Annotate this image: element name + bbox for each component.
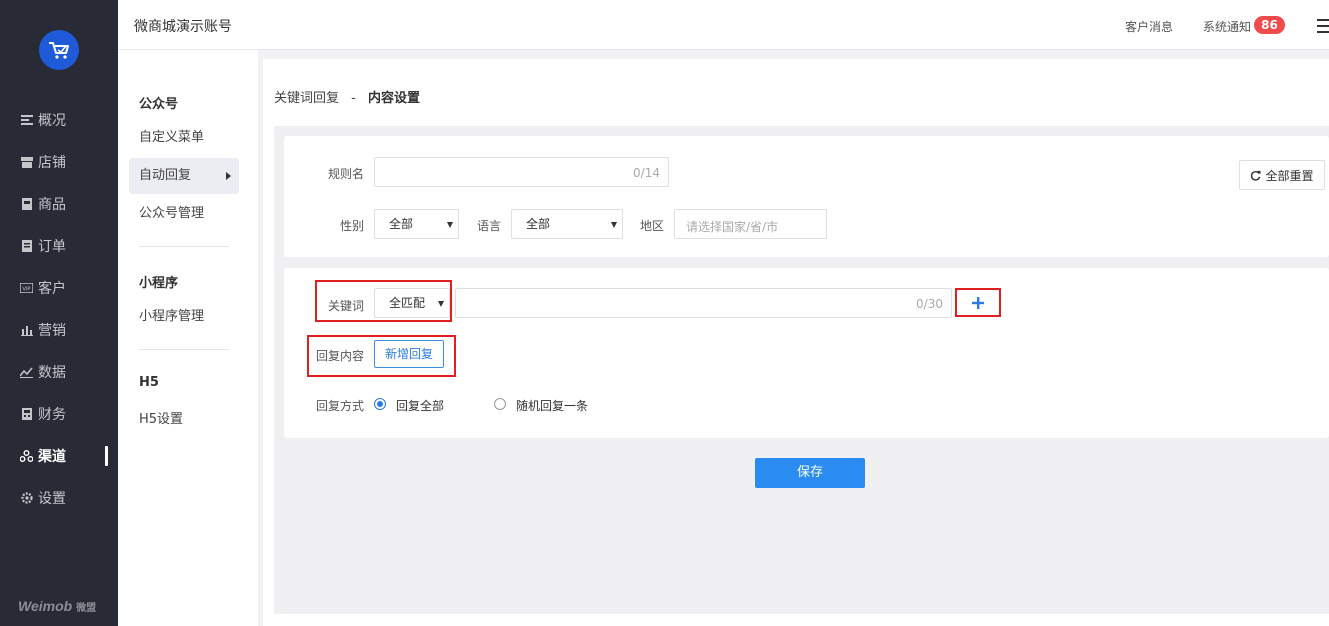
reply-mode-label: 回复方式	[316, 399, 365, 413]
rule-name-label: 规则名	[328, 167, 365, 181]
subnav-item-miniprogram-manage[interactable]: 小程序管理	[129, 299, 239, 335]
gender-select[interactable]: 全部	[374, 209, 459, 239]
reply-random-radio[interactable]	[494, 398, 506, 410]
bar-chart-icon	[20, 324, 33, 337]
nav-item-finance[interactable]: 财务	[0, 400, 118, 428]
nav-item-settings[interactable]: 设置	[0, 484, 118, 512]
caret-right-icon	[226, 172, 231, 180]
keyword-counter: 0/30	[916, 297, 943, 311]
main-sidebar: 概况 店铺 商品 订单 VIP 客户 营销 数据 财务 渠道 设置 Weimob…	[0, 0, 118, 626]
region-placeholder: 请选择国家/省/市	[686, 220, 779, 234]
keyword-label: 关键词	[328, 299, 365, 313]
reset-all-label: 全部重置	[1265, 168, 1314, 183]
rule-name-counter: 0/14	[633, 166, 660, 180]
secondary-sidebar: 公众号 自定义菜单 自动回复 公众号管理 小程序 小程序管理 H5 H5设置	[118, 50, 258, 626]
system-notice-link[interactable]: 系统通知	[1203, 18, 1251, 35]
channel-icon	[20, 450, 33, 463]
nav-item-order[interactable]: 订单	[0, 232, 118, 260]
nav-label: 营销	[38, 323, 66, 339]
nav-item-data[interactable]: 数据	[0, 358, 118, 386]
nav-label: 店铺	[38, 155, 66, 171]
subnav-item-auto-reply[interactable]: 自动回复	[129, 158, 239, 194]
brand-footer: Weimob 微盟	[18, 598, 96, 614]
rule-name-input[interactable]: 0/14	[374, 157, 669, 187]
subnav-item-h5-settings[interactable]: H5设置	[129, 402, 239, 438]
keyword-input[interactable]: 0/30	[455, 288, 952, 318]
language-label: 语言	[477, 219, 502, 233]
divider	[139, 349, 229, 350]
nav-label: 财务	[38, 407, 66, 423]
chevron-down-icon	[438, 301, 444, 307]
region-input[interactable]: 请选择国家/省/市	[674, 209, 827, 239]
language-value: 全部	[526, 217, 551, 231]
reply-random-label[interactable]: 随机回复一条	[516, 397, 588, 414]
breadcrumb: 关键词回复 - 内容设置	[274, 87, 420, 106]
customer-messages-link[interactable]: 客户消息	[1125, 18, 1173, 35]
nav-label: 设置	[38, 491, 66, 507]
subnav-item-account-manage[interactable]: 公众号管理	[129, 196, 239, 232]
svg-text:VIP: VIP	[23, 287, 31, 293]
language-select[interactable]: 全部	[511, 209, 623, 239]
notice-count-badge: 86	[1254, 16, 1285, 34]
calculator-icon	[20, 408, 33, 421]
reset-all-button[interactable]: 全部重置	[1239, 160, 1325, 190]
keyword-match-value: 全匹配	[389, 296, 426, 310]
breadcrumb-parent[interactable]: 关键词回复	[274, 91, 339, 106]
chevron-down-icon	[611, 222, 617, 228]
list-icon	[20, 114, 33, 127]
nav-item-customer[interactable]: VIP 客户	[0, 274, 118, 302]
rule-settings-card: 规则名 0/14 全部重置 性别 全部 语言 全部 地区 请选择国家/省/市	[284, 136, 1329, 257]
app-logo[interactable]	[39, 30, 79, 70]
keyword-match-select[interactable]: 全匹配	[374, 288, 450, 318]
chevron-down-icon	[447, 222, 453, 228]
nav-label: 订单	[38, 239, 66, 255]
cart-icon	[49, 42, 69, 59]
nav-item-product[interactable]: 商品	[0, 190, 118, 218]
subnav-item-label: 自动回复	[139, 168, 192, 183]
add-keyword-button[interactable]	[955, 288, 1001, 317]
refresh-icon	[1251, 170, 1262, 181]
region-label: 地区	[640, 219, 665, 233]
form-panel: 规则名 0/14 全部重置 性别 全部 语言 全部 地区 请选择国家/省/市 关…	[274, 126, 1329, 614]
vip-icon: VIP	[20, 282, 33, 295]
gender-label: 性别	[340, 219, 365, 233]
top-bar: 微商城演示账号 客户消息 系统通知 86	[118, 0, 1329, 50]
add-reply-button[interactable]: 新增回复	[374, 340, 444, 368]
divider	[139, 246, 229, 247]
active-indicator	[105, 446, 108, 466]
nav-label: 渠道	[38, 449, 66, 465]
nav-label: 数据	[38, 365, 66, 381]
store-icon	[20, 156, 33, 169]
plus-icon	[972, 296, 984, 309]
brand-name: Weimob	[18, 598, 73, 614]
hamburger-menu-icon[interactable]	[1317, 19, 1329, 33]
reply-all-radio[interactable]	[374, 398, 386, 410]
product-icon	[20, 198, 33, 211]
gender-value: 全部	[389, 217, 414, 231]
nav-label: 商品	[38, 197, 66, 213]
keyword-reply-card: 关键词 全匹配 0/30 回复内容 新增回复 回复方式 回复全部 随机回复一条	[284, 268, 1329, 438]
reply-content-label: 回复内容	[316, 349, 365, 363]
subnav-group-title: 公众号	[139, 97, 179, 112]
nav-item-overview[interactable]: 概况	[0, 106, 118, 134]
subnav-group-title: 小程序	[139, 276, 179, 291]
account-title: 微商城演示账号	[134, 19, 232, 35]
save-button[interactable]: 保存	[755, 458, 865, 488]
nav-item-store[interactable]: 店铺	[0, 148, 118, 176]
nav-label: 概况	[38, 113, 66, 129]
reply-all-label[interactable]: 回复全部	[396, 397, 444, 414]
nav-label: 客户	[38, 281, 66, 297]
gear-icon	[20, 492, 33, 505]
nav-item-marketing[interactable]: 营销	[0, 316, 118, 344]
brand-name-cn: 微盟	[76, 603, 97, 614]
subnav-group-title: H5	[139, 375, 159, 390]
nav-item-channel[interactable]: 渠道	[0, 442, 118, 470]
breadcrumb-separator: -	[351, 91, 356, 106]
order-icon	[20, 240, 33, 253]
line-chart-icon	[20, 366, 33, 379]
subnav-item-custom-menu[interactable]: 自定义菜单	[129, 120, 239, 156]
breadcrumb-current: 内容设置	[368, 91, 421, 106]
main-content: 关键词回复 - 内容设置 规则名 0/14 全部重置 性别 全部 语言 全部 地…	[263, 59, 1329, 626]
